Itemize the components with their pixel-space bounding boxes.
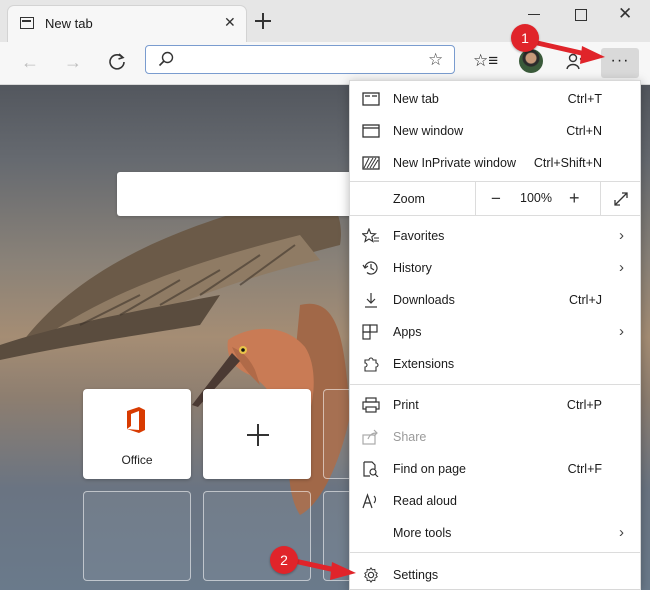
menu-item-label: Share [393,430,427,444]
menu-item-downloads[interactable]: Downloads Ctrl+J [350,285,640,315]
menu-item-label: Apps [393,325,422,339]
favorites-icon [362,228,379,243]
new-tab-icon [362,92,380,106]
apps-icon [362,324,378,340]
menu-item-label: Print [393,398,419,412]
menu-item-apps[interactable]: Apps › [350,317,640,347]
zoom-row: Zoom − 100% + [350,182,640,215]
zoom-in-button[interactable]: + [569,188,580,209]
gear-icon [364,567,378,583]
collections-people-icon[interactable] [565,52,585,72]
menu-item-label: Settings [393,568,439,582]
quick-link-placeholder [83,491,191,581]
menu-item-new-tab[interactable]: New tab Ctrl+T [350,84,640,114]
search-icon [158,51,174,67]
menu-item-new-window[interactable]: New window Ctrl+N [350,116,640,146]
office-logo-icon [127,407,145,433]
extensions-icon [364,357,379,372]
menu-item-label: History [393,261,432,275]
inprivate-icon [362,156,380,170]
chevron-right-icon: › [619,323,624,340]
fullscreen-button[interactable] [600,182,641,215]
menu-item-extensions[interactable]: Extensions [350,349,640,379]
tab-new-tab[interactable]: New tab ✕ [8,6,246,42]
plus-icon [247,424,269,446]
quick-link-label: Office [121,453,153,467]
favorites-button[interactable]: ☆≡ [473,51,498,71]
menu-item-more-tools[interactable]: More tools › [350,518,640,548]
add-quick-link-button[interactable] [203,389,311,479]
title-bar: New tab ✕ ✕ [0,0,650,42]
chevron-right-icon: › [619,227,624,244]
menu-item-label: Find on page [393,462,466,476]
new-tab-page-icon [20,17,34,29]
new-tab-button[interactable] [254,12,272,30]
menu-item-read-aloud[interactable]: Read aloud [350,486,640,516]
chevron-right-icon: › [619,524,624,541]
menu-item-history[interactable]: History › [350,253,640,283]
add-favorite-star-icon[interactable]: ☆ [428,50,443,70]
profile-avatar[interactable] [519,49,543,73]
menu-item-label: Downloads [393,293,455,307]
menu-item-label: Read aloud [393,494,457,508]
forward-button[interactable]: → [63,52,83,72]
menu-item-shortcut: Ctrl+P [566,398,602,412]
chevron-right-icon: › [619,259,624,276]
download-icon [365,293,377,308]
window-icon [362,124,380,138]
menu-item-new-inprivate-window[interactable]: New InPrivate window Ctrl+Shift+N [350,148,640,178]
close-tab-icon[interactable]: ✕ [224,14,236,31]
menu-item-shortcut: Ctrl+Shift+N [533,156,602,170]
menu-item-shortcut: Ctrl+J [569,293,602,307]
menu-item-label: Favorites [393,229,445,243]
address-input[interactable] [180,49,424,71]
history-icon [362,261,378,275]
menu-item-settings[interactable]: Settings [350,560,640,590]
share-icon [362,429,378,445]
settings-and-more-button[interactable]: ··· [601,48,639,78]
zoom-out-button[interactable]: − [491,189,501,209]
quick-link-office[interactable]: Office [83,389,191,479]
menu-item-label: New tab [393,92,439,106]
close-window-button[interactable]: ✕ [618,4,632,24]
menu-item-print[interactable]: Print Ctrl+P [350,390,640,420]
read-aloud-icon [362,493,377,509]
menu-item-label: New InPrivate window [393,156,516,170]
minimize-button[interactable] [528,14,540,15]
maximize-button[interactable] [575,9,587,21]
menu-item-label: More tools [393,526,452,540]
menu-separator [350,552,640,553]
refresh-button[interactable] [106,51,128,73]
ntp-search-box[interactable] [117,172,367,216]
menu-item-find-on-page[interactable]: Find on page Ctrl+F [350,454,640,484]
menu-separator [350,384,640,385]
menu-item-shortcut: Ctrl+N [566,124,602,138]
menu-item-label: Extensions [393,357,455,371]
fullscreen-icon [614,192,628,206]
zoom-level: 100% [520,191,552,205]
menu-item-share: Share [350,422,640,452]
settings-menu: New tab Ctrl+T New window Ctrl+N New InP… [349,80,641,590]
menu-item-shortcut: Ctrl+T [567,92,602,106]
back-button[interactable]: ← [20,52,40,72]
menu-item-label: New window [393,124,464,138]
find-icon [363,461,379,477]
menu-item-favorites[interactable]: Favorites › [350,221,640,251]
tab-title: New tab [45,16,93,31]
annotation-badge-1: 1 [511,24,539,52]
address-bar[interactable]: ☆ [145,45,455,74]
annotation-badge-2: 2 [270,546,298,574]
toolbar: ← → ☆ ☆≡ ··· [0,42,650,85]
menu-item-shortcut: Ctrl+F [567,462,602,476]
menu-separator [350,215,640,216]
zoom-controls: − 100% + [475,182,640,215]
zoom-label: Zoom [393,192,425,206]
print-icon [362,397,380,413]
